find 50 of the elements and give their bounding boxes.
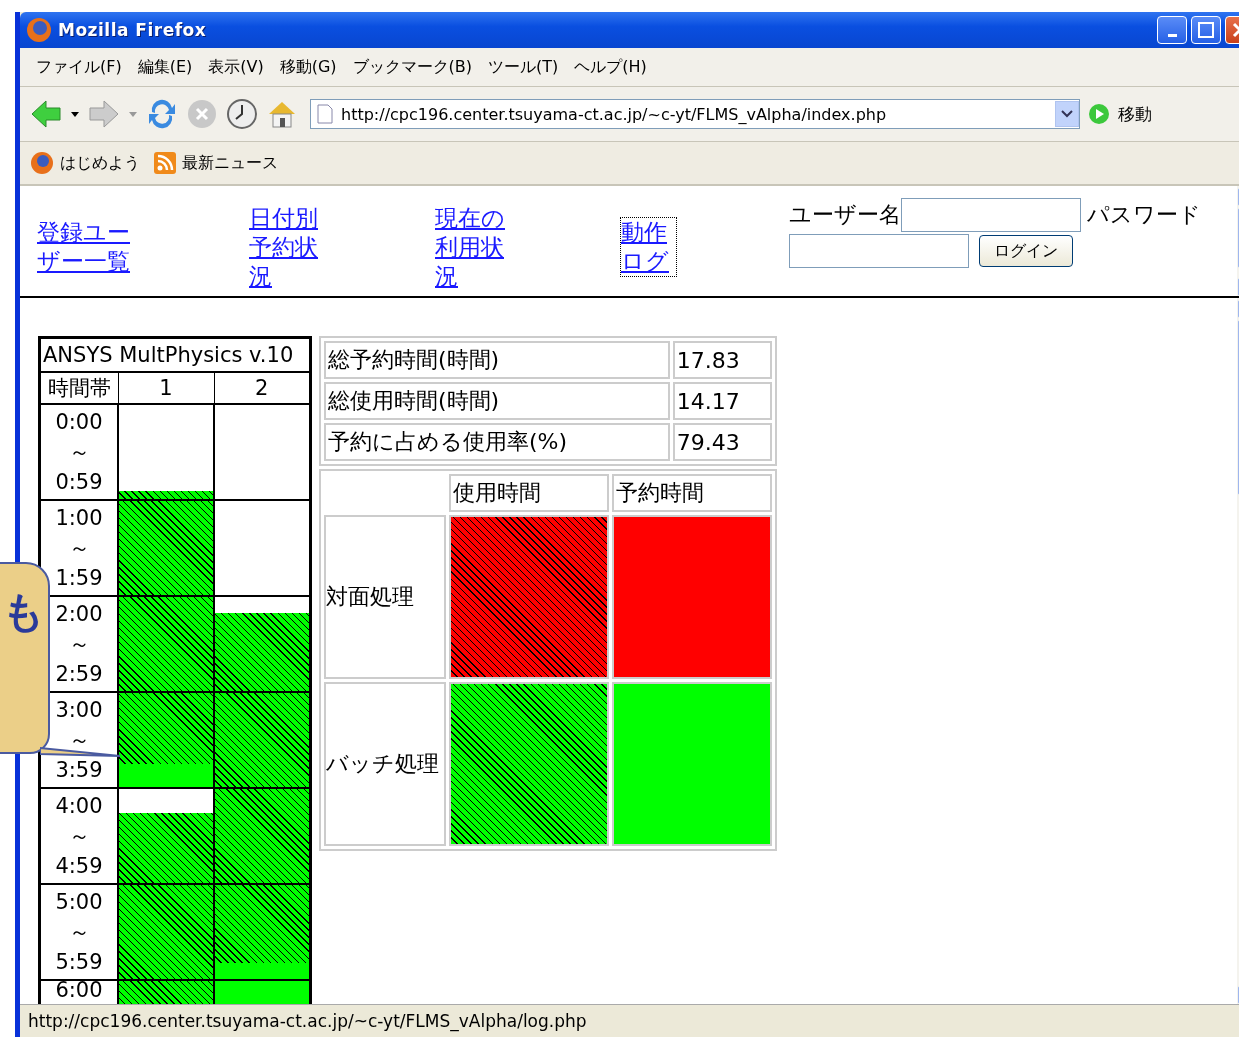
legend-header: 使用時間	[449, 474, 609, 512]
nav-link[interactable]: 登録ユーザー一覧	[37, 218, 137, 276]
legend-header: 予約時間	[612, 474, 772, 512]
nav-link[interactable]: 動作ログ	[621, 218, 676, 276]
firefox-logo-icon	[26, 17, 52, 43]
stat-label: 総予約時間(時間)	[324, 341, 670, 379]
stat-label: 予約に占める使用率(%)	[324, 423, 670, 461]
go-button[interactable]: 移動	[1118, 102, 1152, 126]
firefox-logo-icon	[30, 151, 54, 175]
window-title: Mozilla Firefox	[58, 20, 207, 40]
back-icon[interactable]	[30, 98, 62, 130]
rss-icon	[154, 152, 176, 174]
dropdown-button[interactable]	[1055, 101, 1079, 127]
column-header: 時間帯	[39, 372, 118, 404]
caret-icon	[1061, 110, 1073, 118]
menu-item[interactable]: 移動(G)	[275, 56, 349, 78]
address-field[interactable]: http://cpc196.center.tsuyama-ct.ac.jp/~c-yt/FLMS_vAlpha/index.php	[310, 99, 1080, 129]
stat-value: 79.43	[672, 423, 772, 461]
maximize-icon	[1198, 22, 1214, 38]
minimize-button[interactable]	[1157, 16, 1187, 44]
legend-label: バッチ処理	[324, 682, 446, 846]
password-label: パスワード	[1087, 201, 1201, 229]
nav-link[interactable]: 現在の利用状況	[435, 204, 511, 291]
bookmark-item[interactable]: はじめよう	[60, 152, 140, 174]
menu-item[interactable]: ブックマーク(B)	[348, 56, 485, 78]
maximize-button[interactable]	[1191, 16, 1221, 44]
stat-label: 総使用時間(時間)	[324, 382, 670, 420]
menu-item[interactable]: ヘルプ(H)	[570, 56, 659, 78]
menu-item[interactable]: ファイル(F)	[32, 56, 134, 78]
go-icon[interactable]	[1088, 103, 1110, 125]
bookmark-item[interactable]: 最新ニュース	[182, 152, 278, 174]
login-button[interactable]: ログイン	[979, 235, 1073, 267]
page-icon	[317, 104, 333, 124]
forward-icon[interactable]	[88, 98, 120, 130]
stop-icon[interactable]	[186, 98, 218, 130]
stat-value: 17.83	[672, 341, 772, 379]
menu-item[interactable]: 表示(V)	[204, 56, 276, 78]
stat-value: 14.17	[672, 382, 772, 420]
username-field[interactable]	[901, 198, 1081, 232]
reload-icon[interactable]	[146, 98, 178, 130]
menu-item[interactable]: 編集(E)	[133, 56, 205, 78]
minimize-icon	[1167, 33, 1177, 37]
clock-icon[interactable]	[226, 98, 258, 130]
nav-link[interactable]: 日付別予約状況	[249, 204, 325, 291]
menu-item[interactable]: ツール(T)	[484, 56, 571, 78]
username-label: ユーザー名	[789, 201, 901, 229]
address-text: http://cpc196.center.tsuyama-ct.ac.jp/~c-yt/FLMS_vAlpha/index.php	[341, 104, 888, 124]
legend-label: 対面処理	[324, 515, 446, 679]
password-field[interactable]	[789, 234, 969, 268]
status-text: http://cpc196.center.tsuyama-ct.ac.jp/~c-yt/FLMS_vAlpha/log.php	[28, 1011, 587, 1031]
